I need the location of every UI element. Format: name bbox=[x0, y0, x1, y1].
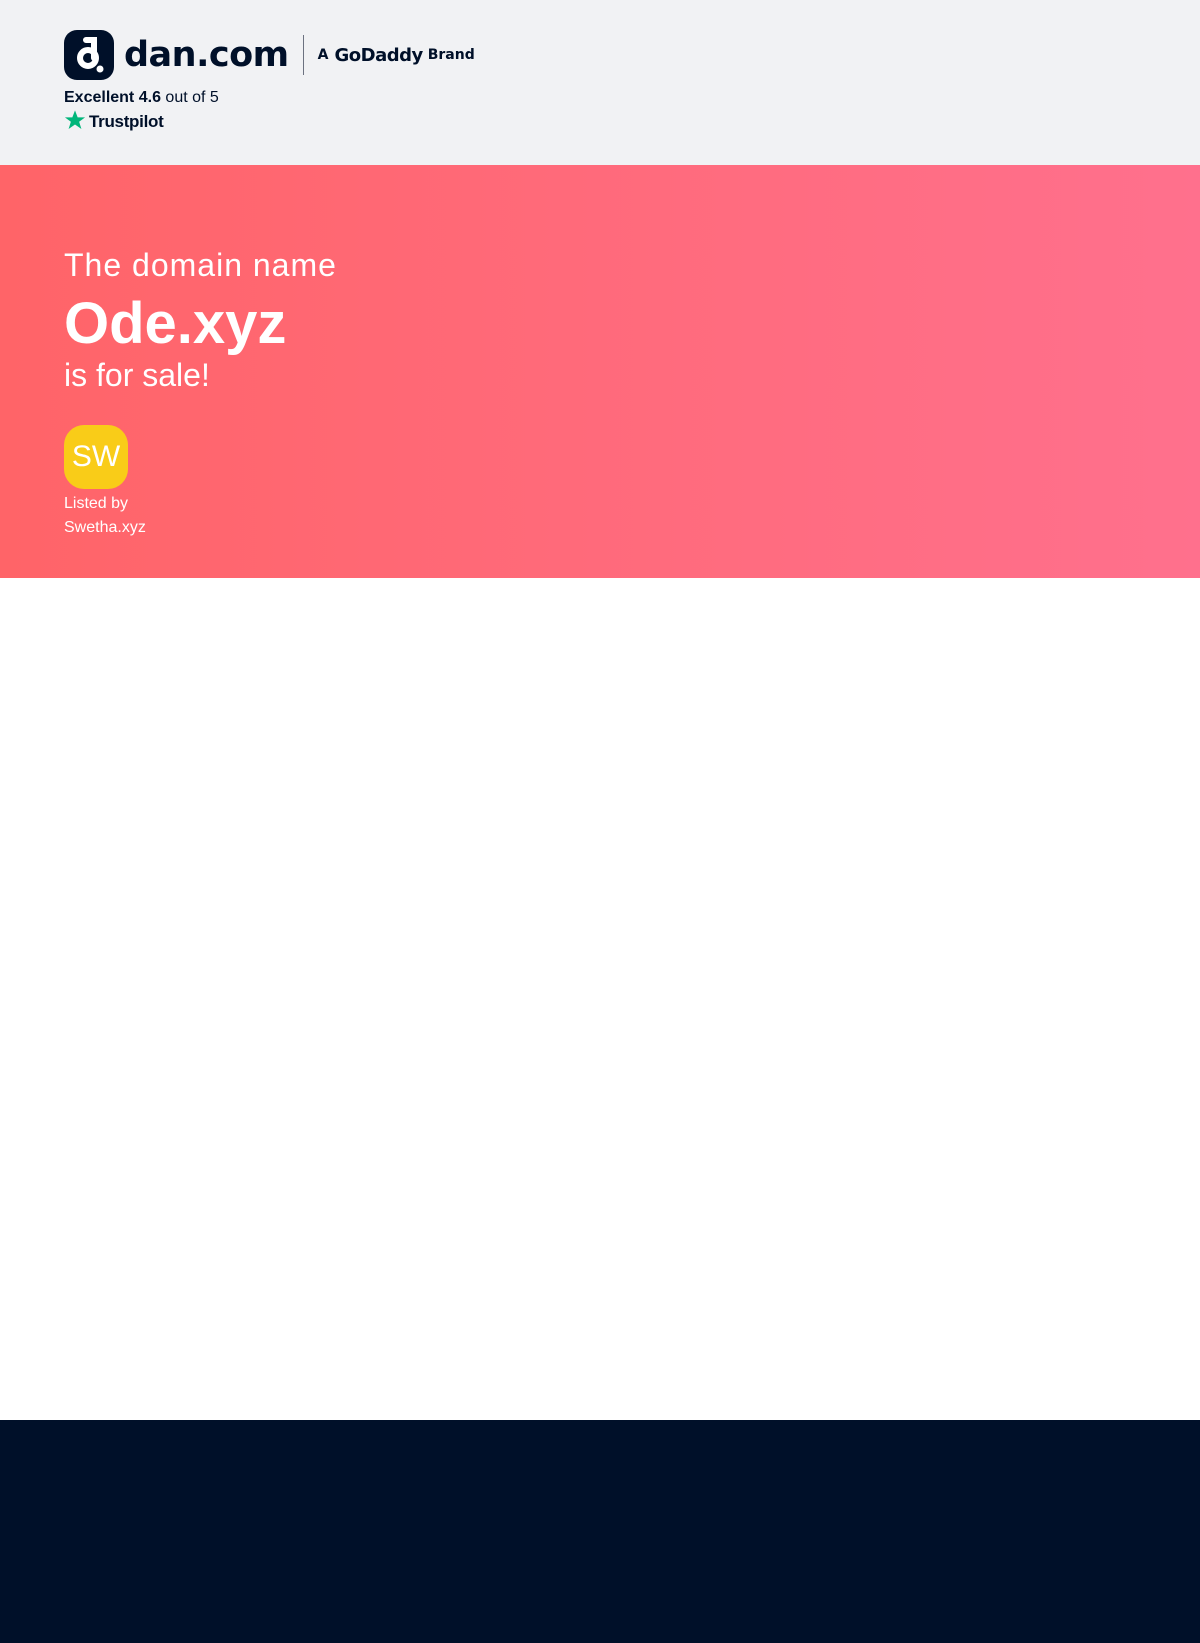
hero-intro: The domain name bbox=[64, 247, 337, 283]
site-header: dan.com A GoDaddy Brand Excellent 4.6 ou… bbox=[0, 0, 1200, 165]
page: dan.com A GoDaddy Brand Excellent 4.6 ou… bbox=[0, 0, 1200, 1643]
trustpilot-wordmark: Trustpilot bbox=[89, 112, 164, 131]
hero-banner: The domain name Ode.xyz is for sale! SW … bbox=[0, 165, 1200, 578]
trustpilot-link[interactable]: Trustpilot bbox=[64, 109, 164, 136]
seller-avatar[interactable]: SW bbox=[64, 425, 128, 489]
for-sale-text: is for sale! bbox=[64, 357, 210, 393]
seller-name-link[interactable]: Swetha.xyz bbox=[64, 516, 146, 540]
brand-suffix: Brand bbox=[427, 47, 475, 63]
rating-out-of: out of 5 bbox=[165, 89, 219, 106]
seller-initials: SW bbox=[71, 440, 121, 473]
godaddy-wordmark: GoDaddy bbox=[334, 44, 424, 66]
listed-by-label: Listed by bbox=[64, 495, 129, 512]
brand-prefix: A bbox=[317, 47, 329, 63]
dan-logo-icon[interactable] bbox=[64, 30, 114, 80]
rating-label: Excellent bbox=[64, 89, 135, 106]
brand-logo[interactable]: dan.com A GoDaddy Brand bbox=[64, 30, 475, 80]
site-footer bbox=[0, 1420, 1200, 1643]
trustpilot-star-icon bbox=[64, 109, 86, 136]
logo-divider bbox=[302, 35, 304, 75]
rating-score: 4.6 bbox=[138, 89, 161, 106]
main-content bbox=[0, 578, 1200, 1420]
domain-name: Ode.xyz bbox=[64, 291, 287, 356]
trustpilot-rating: Excellent 4.6 out of 5 bbox=[64, 88, 219, 108]
dan-wordmark[interactable]: dan.com bbox=[124, 30, 289, 80]
